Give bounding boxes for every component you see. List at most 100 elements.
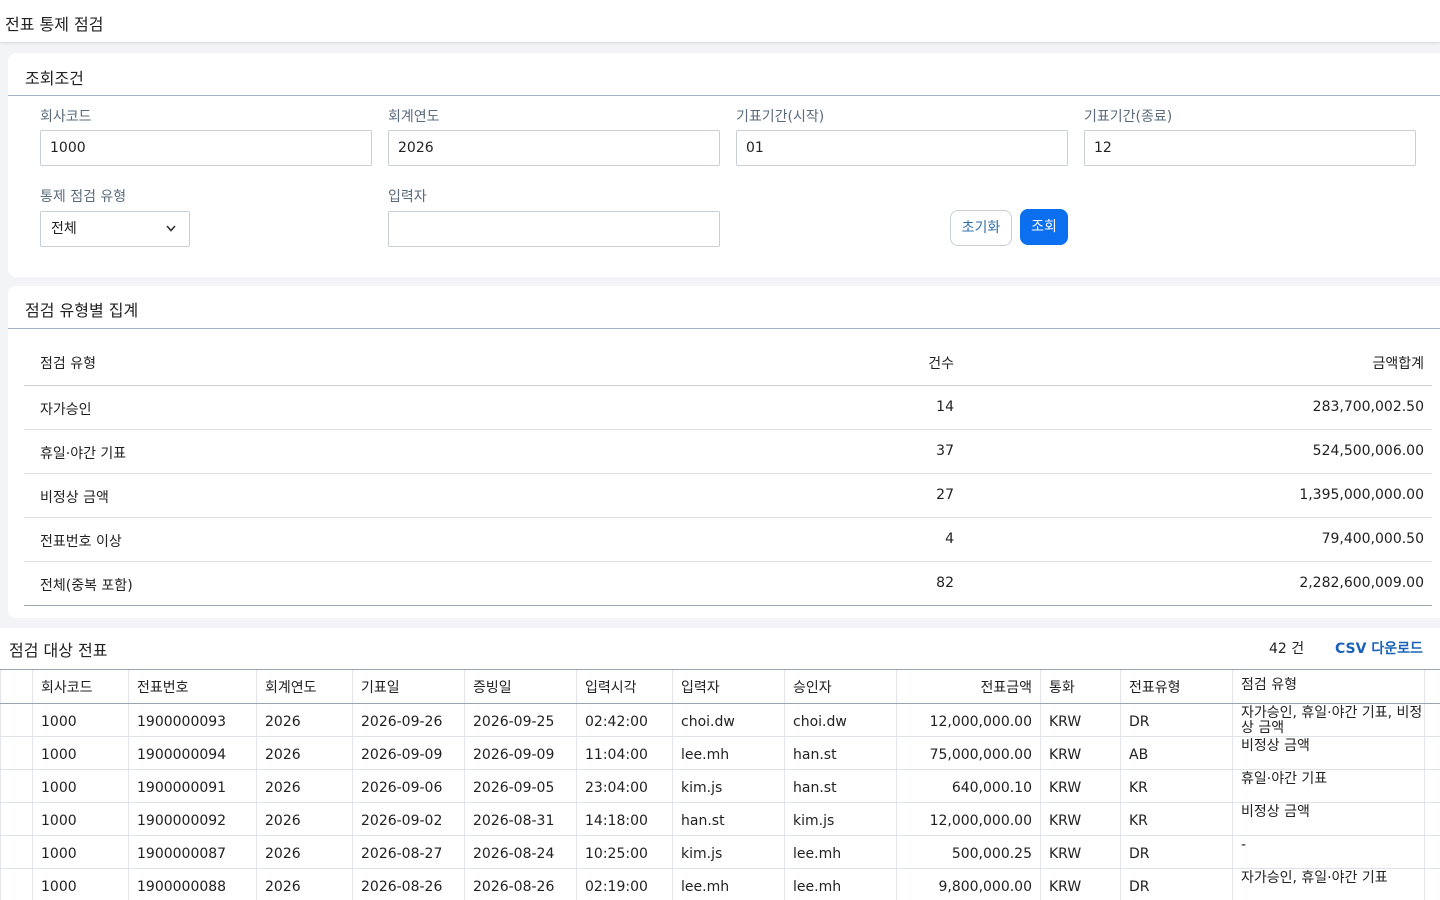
table-row[interactable]: 1000 1900000091 2026 2026-09-06 2026-09-05 23… [0,770,1440,803]
summary-type: 비정상 금액 [40,490,109,506]
table-row[interactable]: 1000 1900000092 2026 2026-09-02 2026-08-31 14… [0,803,1440,836]
cell-posting-date: 2026-09-06 [352,770,464,802]
row-selector [0,704,32,736]
table-row[interactable]: 1000 1900000094 2026 2026-09-09 2026-09-09 11… [0,737,1440,770]
grid-header-voucher-type: 전표유형 [1120,670,1232,703]
grid-header-currency: 통화 [1040,670,1120,703]
cell-document-date: 2026-08-31 [464,803,576,835]
cell-entered-by: lee.mh [672,737,784,769]
period-from-input[interactable] [736,130,1068,166]
company-code-input[interactable] [40,130,372,166]
divider [8,328,1440,329]
cell-amount: 500,000.25 [896,836,1040,868]
cell-entry-time: 14:18:00 [576,803,672,835]
cell-fiscal-year: 2026 [256,737,352,769]
cell-approved-by: lee.mh [784,869,896,900]
cell-document-date: 2026-09-25 [464,704,576,736]
summary-row: 전표번호 이상 4 79,400,000.50 [24,518,1432,562]
search-button[interactable]: 조회 [1020,209,1068,245]
divider [8,95,1440,96]
summary-header-type: 점검 유형 [40,356,96,372]
summary-header-row: 점검 유형 건수 금액합계 [24,340,1432,386]
cell-approved-by: han.st [784,737,896,769]
summary-table: 점검 유형 건수 금액합계 자가승인 14 283,700,002.50 휴일·… [24,340,1432,606]
cell-check-type: 휴일·야간 기표 [1232,770,1424,802]
cell-voucher-type: DR [1120,836,1232,868]
cell-approved-by: lee.mh [784,836,896,868]
summary-type: 전표번호 이상 [40,534,122,550]
cell-voucher-no: 1900000087 [128,836,256,868]
cell-posting-date: 2026-08-27 [352,836,464,868]
cell-check-type: 자가승인, 휴일·야간 기표 [1232,869,1424,900]
period-from-label: 기표기간(시작) [736,109,825,125]
grid-filler [1424,670,1440,703]
reset-button[interactable]: 초기화 [950,210,1012,246]
top-bar: 전표 통제 점검 [0,0,1440,43]
summary-panel-title: 점검 유형별 집계 [25,301,139,320]
grid-filler [1424,737,1440,769]
summary-count: 82 [936,575,954,591]
cell-document-date: 2026-08-26 [464,869,576,900]
grid-header-selector [0,670,32,703]
table-row[interactable]: 1000 1900000087 2026 2026-08-27 2026-08-24 10… [0,836,1440,869]
summary-count: 4 [945,531,954,547]
cell-currency: KRW [1040,704,1120,736]
entered-by-label: 입력자 [388,189,427,205]
cell-amount: 75,000,000.00 [896,737,1040,769]
grid-header-amount: 전표금액 [896,670,1040,703]
summary-amount: 2,282,600,009.00 [1299,575,1424,591]
cell-entry-time: 10:25:00 [576,836,672,868]
grid-filler [1424,869,1440,900]
cell-check-type: - [1232,836,1424,868]
table-row[interactable]: 1000 1900000088 2026 2026-08-26 2026-08-26 02… [0,869,1440,900]
fiscal-year-input[interactable] [388,130,720,166]
cell-check-type: 비정상 금액 [1232,803,1424,835]
csv-download-link[interactable]: CSV 다운로드 [1335,638,1423,658]
summary-amount: 283,700,002.50 [1312,399,1424,415]
grid-header-fiscal-year: 회계연도 [256,670,352,703]
grid-header-voucher-no: 전표번호 [128,670,256,703]
fiscal-year-label: 회계연도 [388,109,440,125]
cell-document-date: 2026-09-05 [464,770,576,802]
summary-row: 휴일·야간 기표 37 524,500,006.00 [24,430,1432,474]
cell-voucher-type: DR [1120,704,1232,736]
voucher-list-title: 점검 대상 전표 [9,641,108,660]
voucher-list-panel: 점검 대상 전표 42 건 CSV 다운로드 회사코드 전표번호 회계연도 기표일 증빙… [0,628,1440,900]
voucher-grid: 회사코드 전표번호 회계연도 기표일 증빙일 입력시각 입력자 승인자 전표금액 통화 전표유형 점검… [0,669,1440,900]
cell-voucher-type: KR [1120,803,1232,835]
grid-header-check-type: 점검 유형 [1232,670,1424,703]
check-type-value: 전체 [51,221,77,237]
cell-voucher-type: DR [1120,869,1232,900]
cell-voucher-no: 1900000093 [128,704,256,736]
summary-panel: 점검 유형별 집계 점검 유형 건수 금액합계 자가승인 14 283,700,… [8,286,1440,618]
table-row[interactable]: 1000 1900000093 2026 2026-09-26 2026-09-25 02… [0,704,1440,737]
entered-by-input[interactable] [388,211,720,247]
cell-amount: 12,000,000.00 [896,803,1040,835]
check-type-select[interactable]: 전체 [40,211,190,247]
row-selector [0,737,32,769]
summary-row: 자가승인 14 283,700,002.50 [24,386,1432,430]
grid-filler [1424,770,1440,802]
grid-header-company-code: 회사코드 [32,670,128,703]
grid-filler [1424,704,1440,736]
cell-posting-date: 2026-09-26 [352,704,464,736]
summary-total-row: 전체(중복 포함) 82 2,282,600,009.00 [24,562,1432,606]
check-type-label: 통제 점검 유형 [40,189,127,205]
page-title: 전표 통제 점검 [5,15,104,34]
search-panel: 조회조건 회사코드 회계연도 기표기간(시작) 기표기간(종료) 통제 점검 유… [8,53,1440,277]
cell-check-type: 자가승인, 휴일·야간 기표, 비정상 금액 [1232,704,1424,736]
summary-count: 14 [936,399,954,415]
cell-voucher-type: KR [1120,770,1232,802]
summary-type: 자가승인 [40,402,92,418]
cell-voucher-type: AB [1120,737,1232,769]
cell-company-code: 1000 [32,770,128,802]
summary-header-amount: 금액합계 [1372,356,1424,372]
period-to-input[interactable] [1084,130,1416,166]
cell-entered-by: kim.js [672,770,784,802]
cell-fiscal-year: 2026 [256,869,352,900]
summary-row: 비정상 금액 27 1,395,000,000.00 [24,474,1432,518]
row-selector [0,869,32,900]
grid-filler [1424,803,1440,835]
grid-header-entry-time: 입력시각 [576,670,672,703]
cell-posting-date: 2026-08-26 [352,869,464,900]
